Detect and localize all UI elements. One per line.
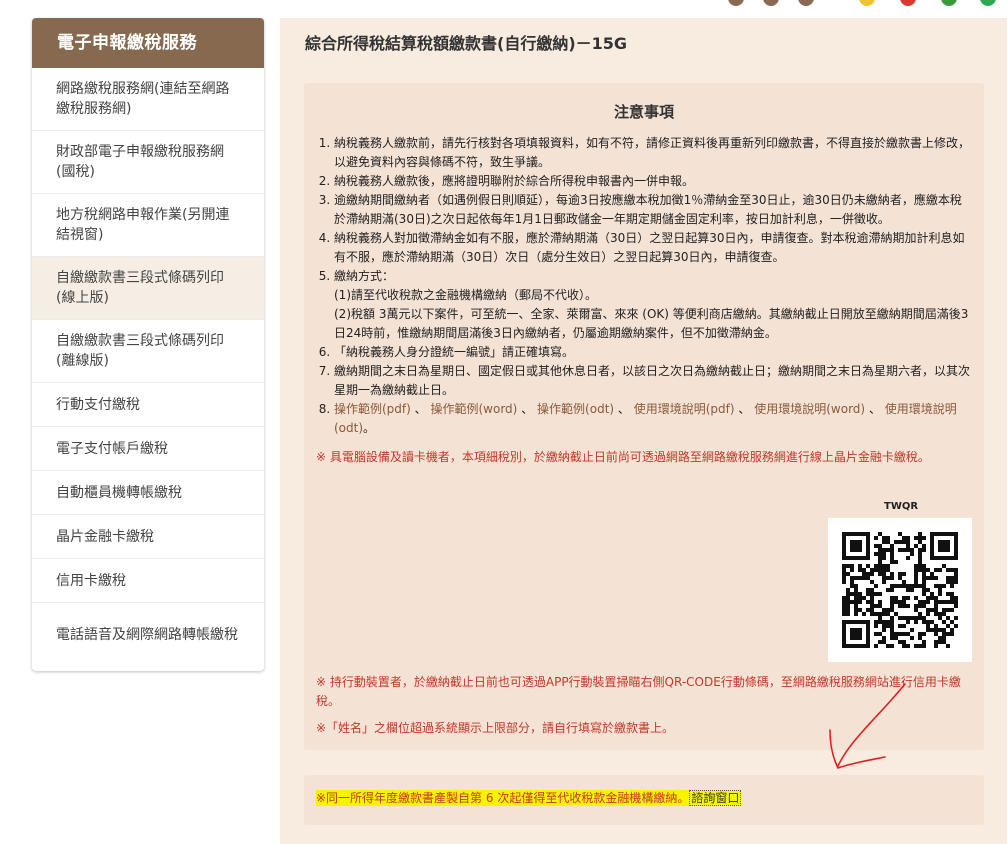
sidebar-item-online-tax-service[interactable]: 網路繳稅服務網(連結至網路繳稅服務網) (32, 68, 264, 131)
notice-list: 納稅義務人繳款前，請先行核對各項填報資料，如有不符，請修正資料後再重新列印繳款書… (316, 134, 972, 438)
top-dot-5 (900, 0, 916, 6)
consult-link[interactable]: 諮詢窗口 (689, 790, 742, 806)
card-note: ※ 具電腦設備及讀卡機者，本項細稅別，於繳納截止日前尚可透過網路至網路繳稅服務網… (316, 450, 930, 464)
top-dot-4 (859, 0, 875, 6)
main-content: 綜合所得稅結算稅額繳款書(自行繳納)－15G 注意事項 納稅義務人繳款前，請先行… (280, 18, 1007, 844)
link-env-pdf[interactable]: 使用環境說明(pdf) (634, 402, 735, 416)
sidebar-item-label: 自繳繳款書三段式條碼列印(線上版) (56, 270, 224, 306)
sidebar-item-label: 網路繳稅服務網(連結至網路繳稅服務網) (56, 81, 230, 117)
sidebar-item-e-payment-account[interactable]: 電子支付帳戶繳稅 (32, 427, 264, 471)
bottom-notice: ※同一所得年度繳款書產製自第 6 次起僅得至代收稅款金融機構繳納。 諮詢窗口 (304, 775, 984, 825)
sidebar-item-barcode-online[interactable]: 自繳繳款書三段式條碼列印(線上版) (32, 257, 264, 320)
notice-item-8: 操作範例(pdf) 、 操作範例(word) 、 操作範例(odt) 、 使用環… (334, 400, 972, 438)
sidebar-item-barcode-offline[interactable]: 自繳繳款書三段式條碼列印(離線版) (32, 320, 264, 383)
notice-item-6: 「納稅義務人身分證統一編號」請正確填寫。 (334, 343, 972, 362)
notice-item-3: 逾繳納期間繳納者（如遇例假日則順延），每逾3日按應繳本稅加徵1％滯納金至30日止… (334, 191, 972, 229)
qr-label: TWQR (884, 501, 919, 512)
sidebar-item-chip-card[interactable]: 晶片金融卡繳稅 (32, 515, 264, 559)
qr-code[interactable] (828, 518, 972, 662)
sidebar-item-credit-card[interactable]: 信用卡繳稅 (32, 559, 264, 603)
sidebar-item-atm-transfer[interactable]: 自動櫃員機轉帳繳稅 (32, 471, 264, 515)
separator: 、 (868, 402, 881, 416)
sidebar-item-label: 財政部電子申報繳稅服務網(國稅) (56, 144, 224, 180)
sidebar: 電子申報繳稅服務 網路繳稅服務網(連結至網路繳稅服務網) 財政部電子申報繳稅服務… (32, 18, 264, 671)
page-title: 綜合所得稅結算稅額繳款書(自行繳納)－15G (305, 34, 628, 53)
sidebar-item-mof-efiling[interactable]: 財政部電子申報繳稅服務網(國稅) (32, 131, 264, 194)
period: 。 (363, 421, 376, 435)
sidebar-header: 電子申報繳稅服務 (32, 18, 264, 68)
sidebar-item-label: 自動櫃員機轉帳繳稅 (56, 484, 182, 501)
name-note: ※「姓名」之欄位超過系統顯示上限部分，請自行填寫於繳款書上。 (316, 721, 675, 735)
notice-item-7: 繳納期間之末日為星期日、國定假日或其他休息日者，以該日之次日為繳納截止日；繳納期… (334, 362, 972, 400)
top-dot-6 (941, 0, 957, 6)
notice-item-5-sub-2: (2)稅額 3萬元以下案件，可至統一、全家、萊爾富、來來 (OK) 等便利商店繳… (334, 307, 969, 340)
sidebar-item-label: 電話語音及網際網路轉帳繳稅 (56, 626, 238, 643)
bottom-notice-text: ※同一所得年度繳款書產製自第 6 次起僅得至代收稅款金融機構繳納。 (316, 791, 690, 805)
sidebar-item-label: 晶片金融卡繳稅 (56, 528, 154, 545)
sidebar-item-mobile-payment[interactable]: 行動支付繳稅 (32, 383, 264, 427)
separator: 、 (521, 402, 534, 416)
sidebar-item-label: 行動支付繳稅 (56, 396, 140, 413)
top-dot-1 (728, 0, 744, 6)
notice-item-5-sub-1: (1)請至代收稅款之金融機構繳納（郵局不代收）。 (334, 288, 597, 302)
notice-item-5: 繳納方式： (1)請至代收稅款之金融機構繳納（郵局不代收）。 (2)稅額 3萬元… (334, 267, 972, 343)
sidebar-item-label: 自繳繳款書三段式條碼列印(離線版) (56, 333, 224, 369)
notice-item-5-label: 繳納方式： (334, 269, 395, 283)
mobile-note: ※ 持行動裝置者，於繳納截止日前也可透過APP行動裝置掃瞄右側QR-CODE行動… (316, 675, 961, 708)
sidebar-item-phone-internet-transfer[interactable]: 電話語音及網際網路轉帳繳稅 (32, 603, 264, 666)
notice-item-2: 納稅義務人繳款後，應將證明聯附於綜合所得稅申報書內一併申報。 (334, 172, 972, 191)
link-env-word[interactable]: 使用環境說明(word) (754, 402, 865, 416)
separator: 、 (414, 402, 427, 416)
notice-title: 注意事項 (613, 103, 674, 121)
top-dot-7 (980, 0, 996, 6)
sidebar-item-local-tax-filing[interactable]: 地方稅網路申報作業(另開連結視窗) (32, 194, 264, 257)
highlighted-notice: ※同一所得年度繳款書產製自第 6 次起僅得至代收稅款金融機構繳納。 諮詢窗口 (316, 790, 742, 806)
separator: 、 (617, 402, 630, 416)
notice-panel: 注意事項 納稅義務人繳款前，請先行核對各項填報資料，如有不符，請修正資料後再重新… (304, 83, 984, 750)
link-example-pdf[interactable]: 操作範例(pdf) (334, 402, 411, 416)
notice-item-1: 納稅義務人繳款前，請先行核對各項填報資料，如有不符，請修正資料後再重新列印繳款書… (334, 134, 972, 172)
sidebar-item-label: 信用卡繳稅 (56, 572, 126, 589)
sidebar-item-label: 電子支付帳戶繳稅 (56, 440, 168, 457)
link-example-odt[interactable]: 操作範例(odt) (537, 402, 614, 416)
separator: 、 (738, 402, 751, 416)
qr-code-graphic (842, 532, 958, 648)
link-example-word[interactable]: 操作範例(word) (431, 402, 518, 416)
top-dot-2 (763, 0, 779, 6)
top-dot-3 (798, 0, 814, 6)
sidebar-item-label: 地方稅網路申報作業(另開連結視窗) (56, 207, 230, 243)
notice-item-4: 納稅義務人對加徵滯納金如有不服，應於滯納期滿（30日）之翌日起算30日內，申請復… (334, 229, 972, 267)
